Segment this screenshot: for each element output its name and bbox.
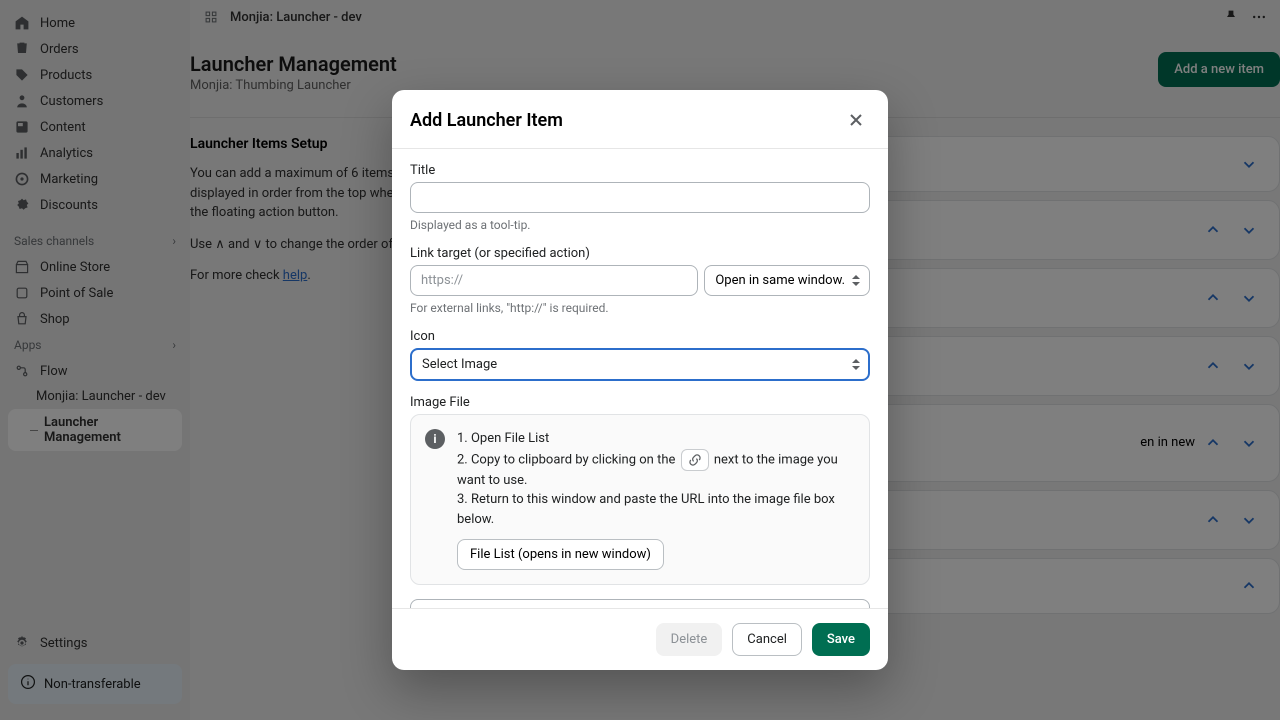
close-button[interactable]: [842, 106, 870, 134]
link-target-label: Link target (or specified action): [410, 246, 870, 261]
cancel-button[interactable]: Cancel: [732, 623, 802, 656]
link-help: For external links, "http://" is require…: [410, 301, 870, 315]
link-window-select[interactable]: Open in same window.: [704, 265, 870, 296]
save-button[interactable]: Save: [812, 623, 870, 656]
image-file-label: Image File: [410, 395, 870, 410]
title-help: Displayed as a tool-tip.: [410, 218, 870, 232]
add-launcher-item-modal: Add Launcher Item Title Displayed as a t…: [392, 90, 888, 670]
image-url-input[interactable]: [410, 599, 870, 608]
delete-button[interactable]: Delete: [656, 623, 723, 656]
link-target-input[interactable]: [410, 265, 698, 296]
info-step-1: 1. Open File List: [457, 429, 855, 449]
image-file-info-box: i 1. Open File List 2. Copy to clipboard…: [410, 414, 870, 585]
title-input[interactable]: [410, 182, 870, 213]
info-step-2: 2. Copy to clipboard by clicking on the …: [457, 449, 855, 491]
modal-title: Add Launcher Item: [410, 110, 563, 131]
modal-overlay: Add Launcher Item Title Displayed as a t…: [0, 0, 1280, 720]
link-copy-icon: [681, 449, 709, 471]
info-step-3: 3. Return to this window and paste the U…: [457, 490, 855, 529]
file-list-button[interactable]: File List (opens in new window): [457, 539, 664, 570]
icon-label: Icon: [410, 329, 870, 344]
icon-select[interactable]: Select Image: [410, 348, 870, 381]
info-icon: i: [425, 429, 445, 449]
title-label: Title: [410, 163, 870, 178]
